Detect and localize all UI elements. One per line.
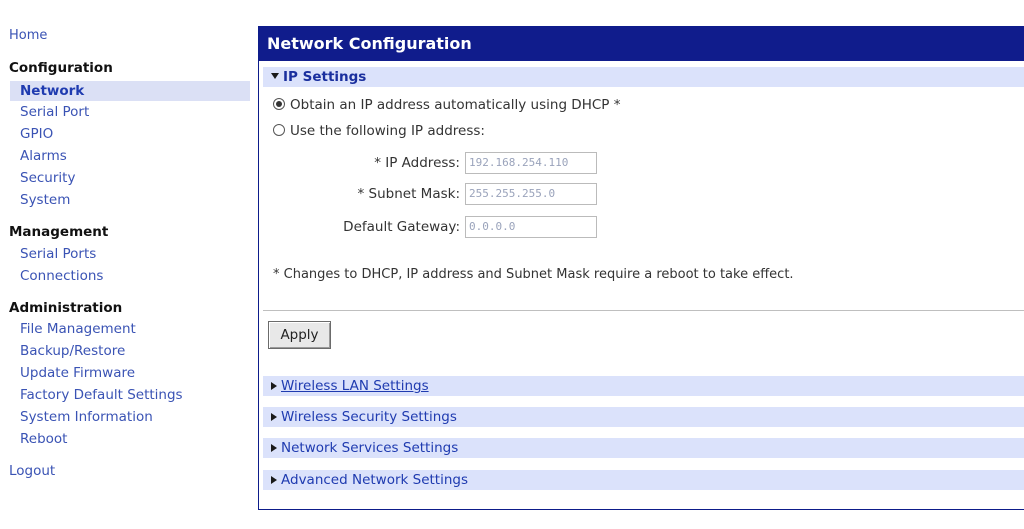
nav-heading-configuration: Configuration — [9, 60, 113, 76]
wireless-lan-settings-section[interactable]: Wireless LAN Settings — [263, 376, 1024, 396]
nav-item-backup-restore[interactable]: Backup/Restore — [20, 343, 125, 359]
apply-button[interactable]: Apply — [268, 321, 331, 349]
nav-item-system-information[interactable]: System Information — [20, 409, 153, 425]
advanced-network-settings-section[interactable]: Advanced Network Settings — [263, 470, 1024, 490]
nav-item-reboot[interactable]: Reboot — [20, 431, 67, 447]
nav-home-link[interactable]: Home — [9, 28, 47, 43]
nav-heading-management: Management — [9, 224, 109, 240]
expanded-arrow-icon — [271, 73, 279, 79]
collapsed-arrow-icon — [271, 444, 277, 452]
nav-item-factory-default-settings[interactable]: Factory Default Settings — [20, 387, 183, 403]
static-ip-option-label: Use the following IP address: — [290, 123, 485, 139]
dhcp-option-label: Obtain an IP address automatically using… — [290, 97, 621, 113]
dhcp-radio[interactable] — [273, 98, 285, 110]
default-gateway-label: Default Gateway: — [343, 219, 460, 235]
network-configuration-panel: Network Configuration IP Settings Obtain… — [258, 26, 1024, 510]
nav-item-serial-ports[interactable]: Serial Ports — [20, 246, 96, 262]
wireless-security-settings-label: Wireless Security Settings — [281, 409, 457, 425]
sidebar: Home Configuration Network Serial Port G… — [0, 0, 252, 529]
nav-item-network[interactable]: Network — [10, 81, 250, 101]
nav-item-update-firmware[interactable]: Update Firmware — [20, 365, 135, 381]
wireless-lan-settings-label: Wireless LAN Settings — [281, 378, 429, 394]
subnet-mask-input[interactable]: 255.255.255.0 — [465, 183, 597, 205]
nav-item-alarms[interactable]: Alarms — [20, 148, 67, 164]
nav-item-system[interactable]: System — [20, 192, 70, 208]
nav-item-security[interactable]: Security — [20, 170, 75, 186]
nav-item-serial-port[interactable]: Serial Port — [20, 104, 89, 120]
default-gateway-input[interactable]: 0.0.0.0 — [465, 216, 597, 238]
nav-item-gpio[interactable]: GPIO — [20, 126, 53, 142]
network-services-settings-label: Network Services Settings — [281, 440, 459, 456]
collapsed-arrow-icon — [271, 413, 277, 421]
nav-item-connections[interactable]: Connections — [20, 268, 103, 284]
advanced-network-settings-label: Advanced Network Settings — [281, 472, 469, 488]
ip-settings-label: IP Settings — [283, 69, 367, 85]
subnet-mask-label: * Subnet Mask: — [357, 186, 460, 202]
network-services-settings-section[interactable]: Network Services Settings — [263, 438, 1024, 458]
nav-heading-administration: Administration — [9, 300, 123, 316]
dhcp-option-row: Obtain an IP address automatically using… — [273, 97, 620, 113]
static-ip-option-row: Use the following IP address: — [273, 123, 485, 139]
nav-item-file-management[interactable]: File Management — [20, 321, 136, 337]
collapsed-arrow-icon — [271, 476, 277, 484]
nav-logout-link[interactable]: Logout — [9, 463, 55, 479]
panel-title: Network Configuration — [259, 27, 1024, 61]
collapsed-arrow-icon — [271, 382, 277, 390]
ip-settings-section-header[interactable]: IP Settings — [263, 67, 1024, 87]
ip-address-label: * IP Address: — [374, 155, 460, 171]
ip-address-input[interactable]: 192.168.254.110 — [465, 152, 597, 174]
wireless-security-settings-section[interactable]: Wireless Security Settings — [263, 407, 1024, 427]
reboot-note: * Changes to DHCP, IP address and Subnet… — [273, 267, 794, 282]
divider — [263, 310, 1024, 311]
static-ip-radio[interactable] — [273, 124, 285, 136]
